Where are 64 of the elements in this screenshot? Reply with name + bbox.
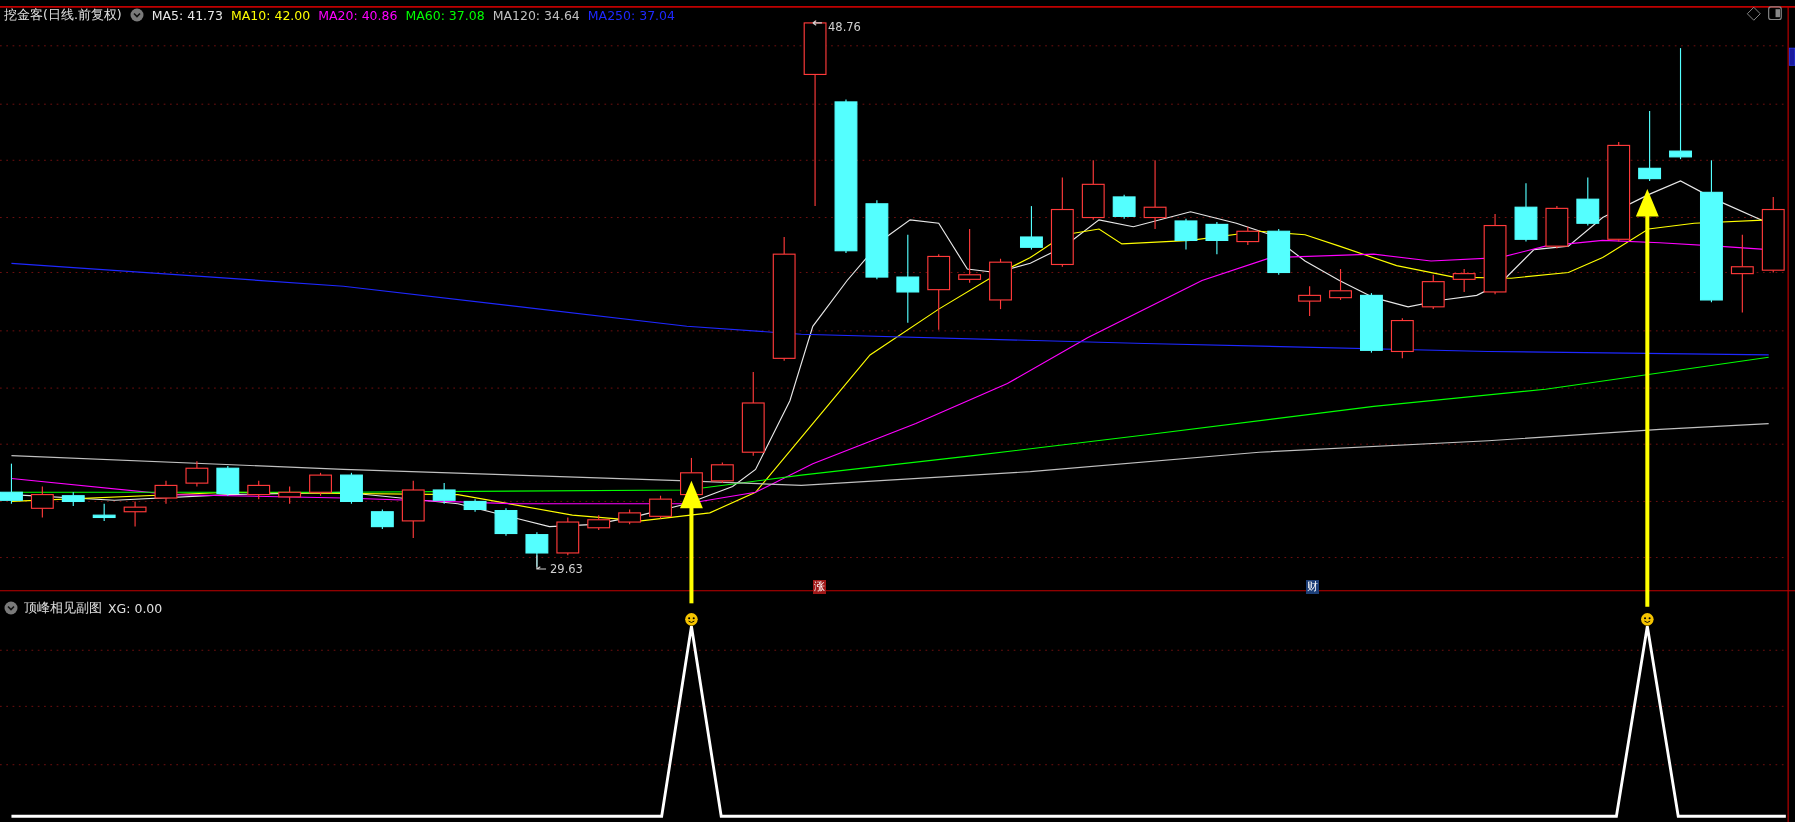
price-label: 29.63 xyxy=(550,562,583,576)
candlestick xyxy=(0,463,23,505)
price-label: 48.76 xyxy=(828,20,861,34)
event-marker[interactable]: 财 xyxy=(1306,580,1319,594)
candlestick xyxy=(710,461,734,484)
candlestick xyxy=(958,228,982,284)
panel-toggle-icon[interactable] xyxy=(1768,6,1782,21)
candlestick xyxy=(463,498,487,513)
candlestick xyxy=(61,491,85,507)
candlestick xyxy=(1576,176,1600,227)
candlestick xyxy=(340,472,363,505)
candlestick xyxy=(370,508,394,530)
candlestick xyxy=(309,472,332,497)
candlestick xyxy=(1267,228,1291,276)
candlestick xyxy=(587,514,611,531)
candlestick xyxy=(1638,110,1662,182)
indicator-value: MA60: 37.08 xyxy=(405,7,485,23)
candlestick xyxy=(1236,226,1260,246)
leader-line xyxy=(812,20,823,26)
dropdown-icon[interactable] xyxy=(4,601,18,615)
candlestick xyxy=(278,486,302,505)
indicator-value: MA20: 40.86 xyxy=(318,7,398,23)
diamond-icon[interactable] xyxy=(1746,6,1761,21)
price-tag xyxy=(1788,47,1795,66)
candlestick xyxy=(1421,274,1445,310)
chart-title: 挖金客(日线.前复权) xyxy=(4,6,122,24)
candlestick xyxy=(556,516,580,556)
candlestick xyxy=(247,480,271,500)
candlestick xyxy=(432,482,456,505)
candlestick xyxy=(185,460,209,488)
candlestick xyxy=(216,465,240,497)
candlestick xyxy=(1452,268,1476,293)
candlestick xyxy=(30,486,54,519)
candlestick xyxy=(1298,285,1322,317)
candlestick xyxy=(1020,205,1043,251)
candlestick xyxy=(1205,221,1229,255)
candlestick xyxy=(1514,182,1538,243)
candlestick xyxy=(1081,159,1105,221)
candlestick xyxy=(401,480,425,539)
candlestick xyxy=(1545,205,1569,249)
event-marker[interactable]: 涨 xyxy=(813,580,826,594)
candlestick xyxy=(1329,268,1352,301)
candlestick xyxy=(1174,218,1198,251)
indicator-value: MA10: 42.00 xyxy=(231,7,311,23)
candlestick xyxy=(649,495,672,520)
chart-title: 顶峰相见副图 xyxy=(24,599,102,617)
candlestick xyxy=(1112,194,1136,220)
indicator-value: MA120: 34.64 xyxy=(492,7,580,23)
candlestick xyxy=(154,480,178,505)
candlestick xyxy=(123,500,147,528)
indicator-value: XG: 0.00 xyxy=(108,600,163,616)
dropdown-icon[interactable] xyxy=(129,8,144,22)
smiley-icon xyxy=(1641,613,1654,626)
indicator-value: MA250: 37.04 xyxy=(587,7,675,23)
indicator-value: MA5: 41.73 xyxy=(151,7,223,23)
candlestick xyxy=(92,503,116,522)
candlestick xyxy=(494,507,518,537)
leader-line xyxy=(536,554,547,570)
candlestick xyxy=(989,258,1012,310)
candlestick xyxy=(1143,159,1167,230)
candlestick xyxy=(618,508,642,525)
candlestick xyxy=(1390,317,1414,359)
smiley-icon xyxy=(685,613,698,626)
candlestick xyxy=(1360,292,1383,354)
